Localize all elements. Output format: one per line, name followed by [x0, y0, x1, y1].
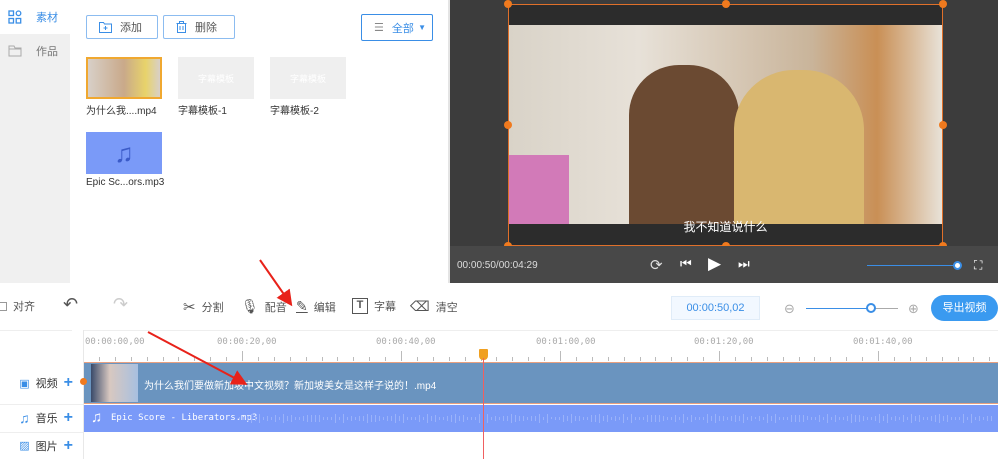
arrow-annotation — [147, 331, 248, 385]
annotation-arrows — [147, 259, 293, 385]
arrow-annotation — [259, 259, 293, 307]
